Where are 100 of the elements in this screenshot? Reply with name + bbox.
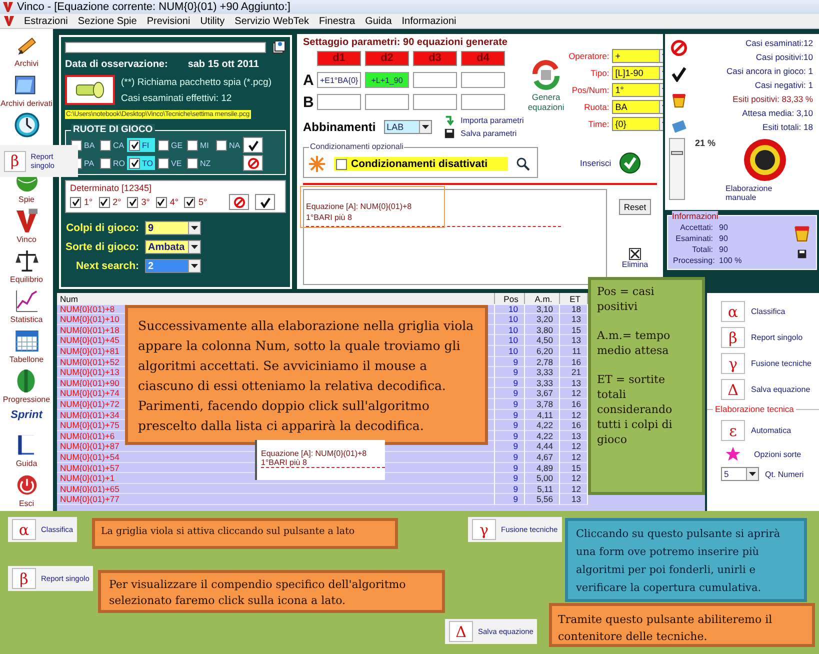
dropdown[interactable]: 9 [145,221,201,235]
table-cell: 9 [495,452,525,462]
info-label: Processing: [673,256,716,267]
menu-item[interactable]: Guida [365,16,392,26]
dropdown[interactable]: 1° [612,83,663,97]
sprint-logo[interactable]: Sprint [10,409,42,421]
dropdown[interactable]: + [612,49,663,63]
checkbox-label: 2° [112,197,122,207]
tool-label[interactable]: Vinco [16,235,36,244]
table-cell: 9 [495,356,525,368]
checkbox-label: RO [113,158,125,168]
row-label: B [303,94,313,110]
reset-button[interactable]: Reset [618,199,652,215]
table-cell: 5,00 [525,473,560,484]
menu-item[interactable]: Informazioni [402,16,456,26]
tool-label[interactable]: Statistica [10,315,43,324]
tool-label[interactable]: Spie [18,195,34,204]
side-button[interactable]: α Classifica [721,301,817,322]
side-button[interactable]: Δ Salva equazione [721,379,817,400]
table-cell: 3,20 [525,314,560,325]
table-cell: 3,67 [525,388,560,399]
dropdown[interactable]: BA [612,100,663,114]
group-title: Elaborazione tecnica [713,404,796,414]
info-label: Totali: [691,245,714,256]
field-label: Next search: [74,260,140,272]
field-label: Colpi di gioco: [65,222,140,234]
checkbox-label: CA [113,140,124,150]
table-cell: 9 [495,430,525,442]
menu-item[interactable]: Utility [200,16,225,26]
dropdown[interactable]: LAB [384,120,432,134]
side-button[interactable]: γ Fusione tecniche [721,353,817,374]
annotation-note: Per visualizzare il compendio specifico dell'algoritmo selezionato faremo click sulla icona a lato. [98,570,445,613]
table-cell: 9 [495,410,525,420]
tool-label[interactable]: Progressione [2,395,50,404]
info-value: 90 [719,245,729,256]
dropdown[interactable]: {0} [612,117,663,131]
checkbox-label: FI [142,140,150,150]
checkbox-label: PA [84,158,94,168]
annotation-note: Cliccando su questo pulsante si aprirà una form ove potremo inserire più algoritmi per poi fonderli, unirli e verificare la copertura cumulativa. [565,518,807,602]
stat-text: Casi esaminati:12 [745,38,813,48]
option-label[interactable]: Opzioni sorte [754,450,802,458]
observation-date: sab 15 ott 2011 [188,59,259,70]
column-header[interactable]: Num [57,293,495,305]
side-button[interactable]: β Report singolo [721,327,817,348]
table-cell: 3,78 [525,398,560,410]
side-button[interactable]: ε Automatica [721,420,817,441]
table-cell: 9 [495,441,525,452]
observation-label: Data di osservazione: [65,59,168,70]
output-line: Equazione [A]: NUM{0}(01)+8 [306,202,413,211]
button-label[interactable]: Inserisci [580,158,612,168]
column-header: d2 [365,51,409,66]
input-field[interactable]: +E1°BA{0} [317,72,361,88]
panel-title: Settaggio parametri: 90 equazioni generate [303,37,508,48]
column-header[interactable]: Pos [495,293,525,305]
table-cell: 10 [495,335,525,346]
column-header[interactable]: ET [560,293,588,305]
checkbox-label: MI [200,140,209,150]
hint-text: (**) Richiama pacchetto spia (*.pcg) [121,76,272,88]
annotation-note: La griglia viola si attiva cliccando sul pulsante a lato [92,518,398,549]
table-cell: 3,10 [525,304,560,314]
equation-tooltip: Equazione [A]: NUM{0}(01)+8 1°BARI più 8 [255,440,385,480]
field-label: Sorte di gioco: [65,241,140,253]
info-value: 90 [719,223,729,234]
dropdown[interactable]: Ambata [145,240,201,254]
column-header[interactable]: A.m. [525,293,560,305]
action-link[interactable]: Salva parametri [460,129,517,138]
menu-item[interactable]: Servizio WebTek [234,16,309,26]
menu-item[interactable]: Sezione Spie [78,16,137,26]
menu-item[interactable]: Estrazioni [24,16,68,26]
checkbox-label: NA [229,140,240,150]
tool-label[interactable]: Equilibrio [10,275,43,284]
row-label: A [303,72,313,88]
delete-button[interactable]: Elimina [622,248,648,269]
table-cell: 3,33 [525,378,560,388]
action-link[interactable]: Importa parametri [460,116,524,125]
window-title: Vinco - [Equazione corrente: NUM{0}(01) +90 Aggiunto:] [17,1,290,13]
menu-item[interactable]: Finestra [318,16,356,26]
tool-label[interactable]: Tabellone [9,355,44,364]
tool-label[interactable]: Guida [16,459,38,468]
button-label[interactable]: Genera equazioni [528,92,564,112]
table-cell: NUM{0}(01)+77 [57,494,495,505]
table-cell: 3,33 [525,367,560,378]
tool-label[interactable]: Archivi [14,59,38,68]
tool-label[interactable]: Esci [18,499,34,508]
stat-text: Casi negativi: 1 [754,80,813,90]
table-cell: 9 [495,473,525,484]
table-cell: 9 [495,420,525,431]
button-label[interactable]: Elaborazione manuale [725,184,805,202]
table-cell: 10 [495,304,525,314]
table-cell: 10 [495,346,525,357]
table-cell: 4,50 [525,335,560,346]
checkbox-label: GE [171,140,183,150]
menu-item[interactable]: Previsioni [146,16,190,26]
stat-text: Casi positivi:10 [756,52,813,62]
dropdown[interactable]: 5 [721,467,759,481]
checkbox-label: 4° [170,197,178,207]
info-value: 90 [719,234,729,245]
dropdown[interactable]: [L]1-90 [612,66,663,80]
input-field[interactable]: +L+1_90 [365,72,409,88]
tool-label[interactable]: Archivi derivati [0,99,52,108]
